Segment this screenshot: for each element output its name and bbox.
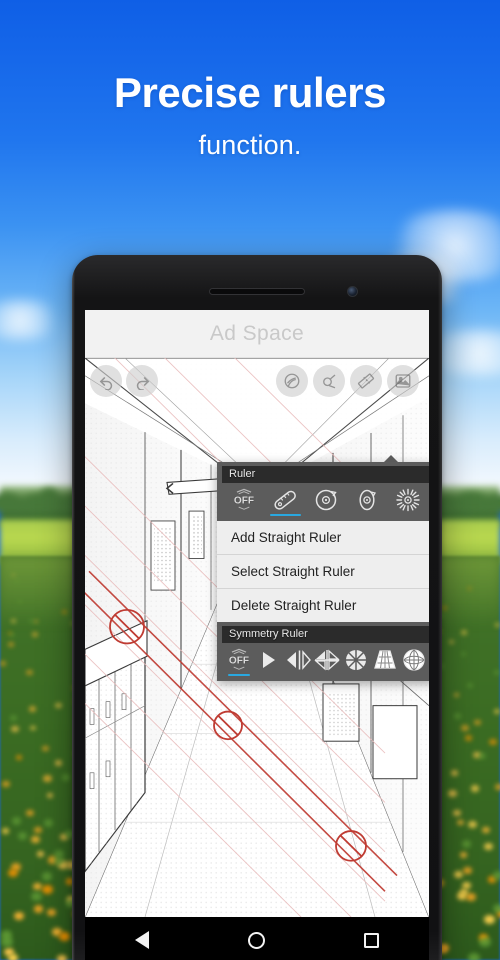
symmetry-grid-glyph xyxy=(401,647,427,673)
selection-underline xyxy=(392,514,423,516)
ellipse-ruler-icon[interactable] xyxy=(346,487,387,516)
nav-recents-button[interactable] xyxy=(349,917,395,960)
back-triangle-icon xyxy=(135,931,150,949)
menu-item-select-straight-ruler[interactable]: Select Straight Ruler xyxy=(217,555,429,589)
symmetry-radial-glyph xyxy=(343,647,369,673)
selection-underline xyxy=(229,514,260,516)
symmetry-multi-glyph xyxy=(313,647,341,673)
symmetry-mirror-icon[interactable] xyxy=(283,647,312,676)
ruler-icon[interactable] xyxy=(350,365,382,397)
selection-underline xyxy=(227,674,251,676)
radial-ruler-glyph xyxy=(394,487,422,513)
selection-underline xyxy=(315,674,337,676)
menu-item-add-straight-ruler[interactable]: Add Straight Ruler xyxy=(217,521,429,555)
symmetry-perspective-icon[interactable] xyxy=(370,647,399,676)
circle-ruler-glyph xyxy=(312,487,340,513)
ad-banner[interactable]: Ad Space xyxy=(85,310,429,358)
selection-underline xyxy=(310,514,341,516)
ruler-section-title: Ruler xyxy=(222,466,429,483)
symmetry-mirror-glyph xyxy=(285,647,311,673)
symmetry-grid-icon[interactable] xyxy=(399,647,428,676)
page-subtitle: function. xyxy=(198,130,302,160)
ruler-panel: Ruler OFF Add Straight Ruler Select Stra… xyxy=(217,455,429,681)
selection-underline xyxy=(257,674,279,676)
tools-icon[interactable] xyxy=(313,365,345,397)
undo-icon[interactable] xyxy=(90,365,122,397)
brush-icon[interactable] xyxy=(276,365,308,397)
earpiece-speaker xyxy=(209,288,305,295)
symmetry-option-row: OFF xyxy=(222,646,429,678)
straight-ruler-glyph xyxy=(271,487,299,513)
off-glyph: OFF xyxy=(229,487,259,513)
symmetry-perspective-glyph xyxy=(372,647,398,673)
symmetry-single-glyph xyxy=(258,647,280,673)
layers-icon[interactable] xyxy=(387,365,419,397)
panel-pointer xyxy=(384,455,398,462)
ellipse-ruler-glyph xyxy=(353,487,381,513)
svg-text:OFF: OFF xyxy=(229,656,249,667)
app-toolbar xyxy=(85,358,429,404)
page-title: Precise rulers xyxy=(113,69,387,116)
ruler-section: Ruler OFF xyxy=(217,462,429,521)
menu-item-delete-straight-ruler[interactable]: Delete Straight Ruler xyxy=(217,589,429,622)
symmetry-single-icon[interactable] xyxy=(254,647,283,676)
selection-underline xyxy=(351,514,382,516)
symmetry-section-title: Symmetry Ruler xyxy=(222,626,429,643)
promo-headline: Precise rulers function. xyxy=(0,72,500,161)
off-toggle[interactable]: OFF xyxy=(224,487,265,516)
svg-text:OFF: OFF xyxy=(234,496,254,507)
ruler-option-row: OFF xyxy=(222,486,429,518)
symmetry-section: Symmetry Ruler OFF xyxy=(217,622,429,681)
selection-underline xyxy=(344,674,366,676)
straight-ruler-icon[interactable] xyxy=(265,487,306,516)
radial-ruler-icon[interactable] xyxy=(387,487,428,516)
selection-underline xyxy=(402,674,424,676)
symmetry-off-glyph: OFF xyxy=(224,647,254,673)
symmetry-multi-icon[interactable] xyxy=(312,647,341,676)
nav-home-button[interactable] xyxy=(234,917,280,960)
phone-mockup: Ad Space Ruler OFF Add Straight Ruler Se… xyxy=(72,255,442,960)
selection-underline xyxy=(373,674,395,676)
symmetry-off-toggle[interactable]: OFF xyxy=(224,647,254,676)
symmetry-radial-icon[interactable] xyxy=(341,647,370,676)
nav-back-button[interactable] xyxy=(119,917,165,960)
circle-ruler-icon[interactable] xyxy=(306,487,347,516)
android-navbar xyxy=(85,917,429,960)
phone-screen: Ad Space Ruler OFF Add Straight Ruler Se… xyxy=(85,310,429,960)
selection-underline xyxy=(286,674,308,676)
ruler-context-menu: Add Straight Ruler Select Straight Ruler… xyxy=(217,521,429,622)
home-circle-icon xyxy=(248,931,266,949)
ad-banner-label: Ad Space xyxy=(209,321,305,345)
recents-square-icon xyxy=(364,932,380,948)
selection-underline xyxy=(269,514,301,516)
redo-icon[interactable] xyxy=(126,365,158,397)
front-camera xyxy=(347,286,358,297)
